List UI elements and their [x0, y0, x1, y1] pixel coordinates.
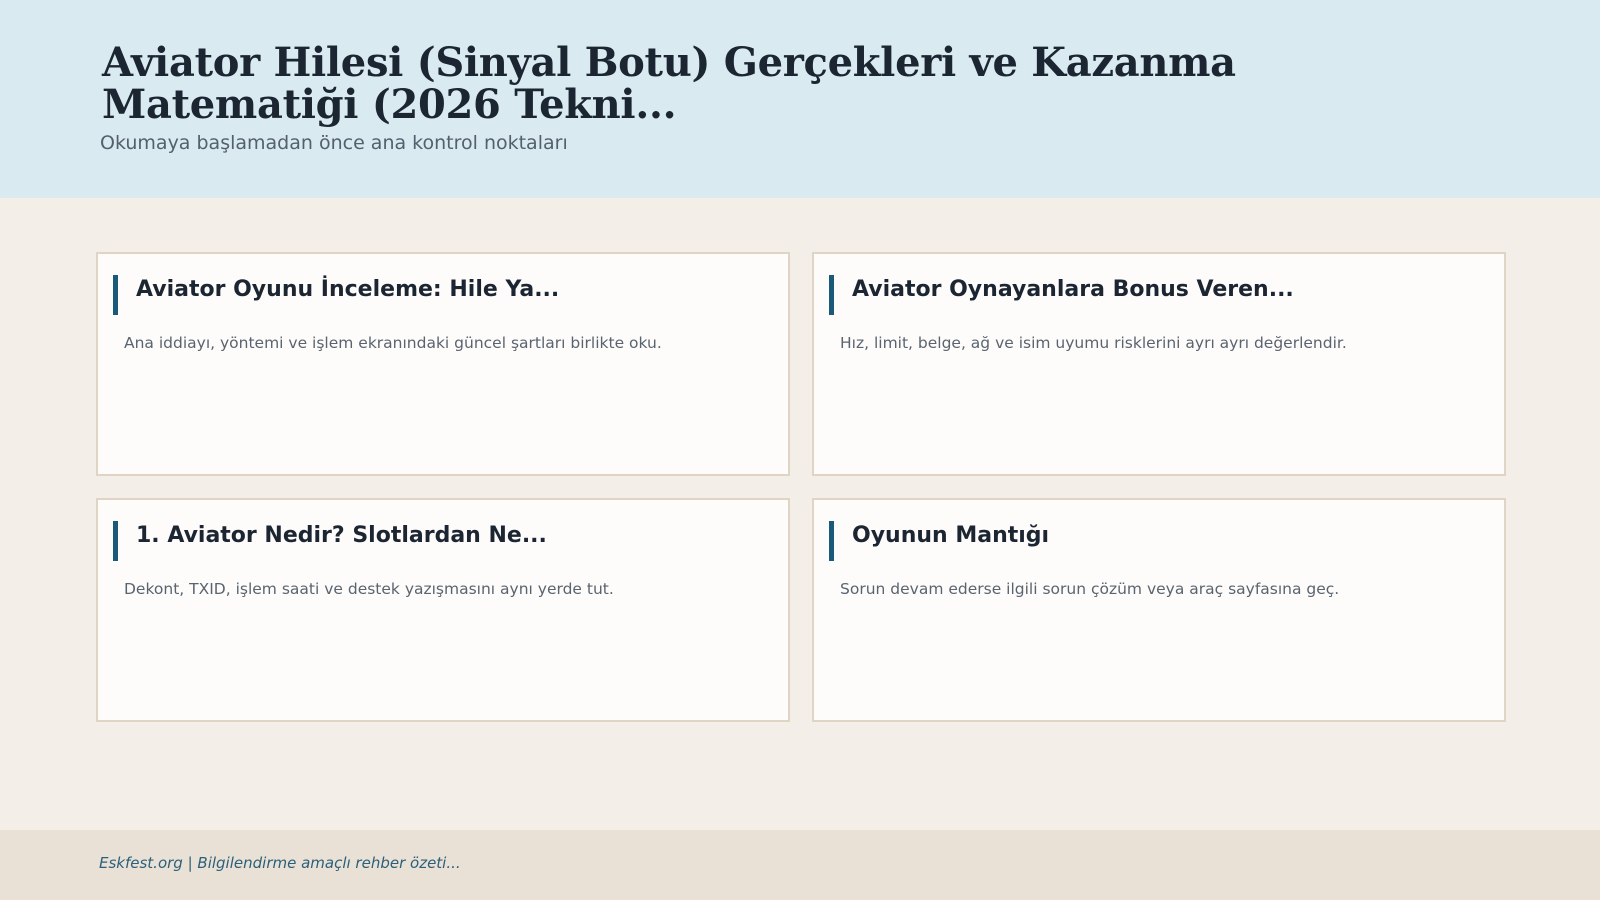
card-title[interactable]: Oyunun Mantığı: [852, 520, 1484, 552]
card-accent-bar: [113, 275, 118, 315]
card-title[interactable]: Aviator Oynayanlara Bonus Veren...: [852, 274, 1484, 306]
card-description: Hız, limit, belge, ağ ve isim uyumu risk…: [840, 334, 1347, 352]
card-accent-bar: [829, 521, 834, 561]
card-oyunun-mantigi[interactable]: Oyunun Mantığı Sorun devam ederse ilgili…: [812, 498, 1506, 722]
page-header: Aviator Hilesi (Sinyal Botu) Gerçekleri …: [0, 0, 1600, 198]
card-title[interactable]: 1. Aviator Nedir? Slotlardan Ne...: [136, 520, 768, 552]
card-bonus-veren[interactable]: Aviator Oynayanlara Bonus Veren... Hız, …: [812, 252, 1506, 476]
card-description: Sorun devam ederse ilgili sorun çözüm ve…: [840, 580, 1340, 598]
card-aviator-inceleme[interactable]: Aviator Oyunu İnceleme: Hile Ya... Ana i…: [96, 252, 790, 476]
page-title: Aviator Hilesi (Sinyal Botu) Gerçekleri …: [102, 39, 1236, 128]
card-accent-bar: [113, 521, 118, 561]
footer-text: Eskfest.org | Bilgilendirme amaçlı rehbe…: [99, 854, 461, 872]
card-description: Dekont, TXID, işlem saati ve destek yazı…: [124, 580, 614, 598]
card-accent-bar: [829, 275, 834, 315]
page-subtitle: Okumaya başlamadan önce ana kontrol nokt…: [100, 132, 568, 154]
card-description: Ana iddiayı, yöntemi ve işlem ekranındak…: [124, 334, 662, 352]
card-title[interactable]: Aviator Oyunu İnceleme: Hile Ya...: [136, 274, 768, 306]
card-aviator-nedir[interactable]: 1. Aviator Nedir? Slotlardan Ne... Dekon…: [96, 498, 790, 722]
page-footer: Eskfest.org | Bilgilendirme amaçlı rehbe…: [0, 830, 1600, 900]
